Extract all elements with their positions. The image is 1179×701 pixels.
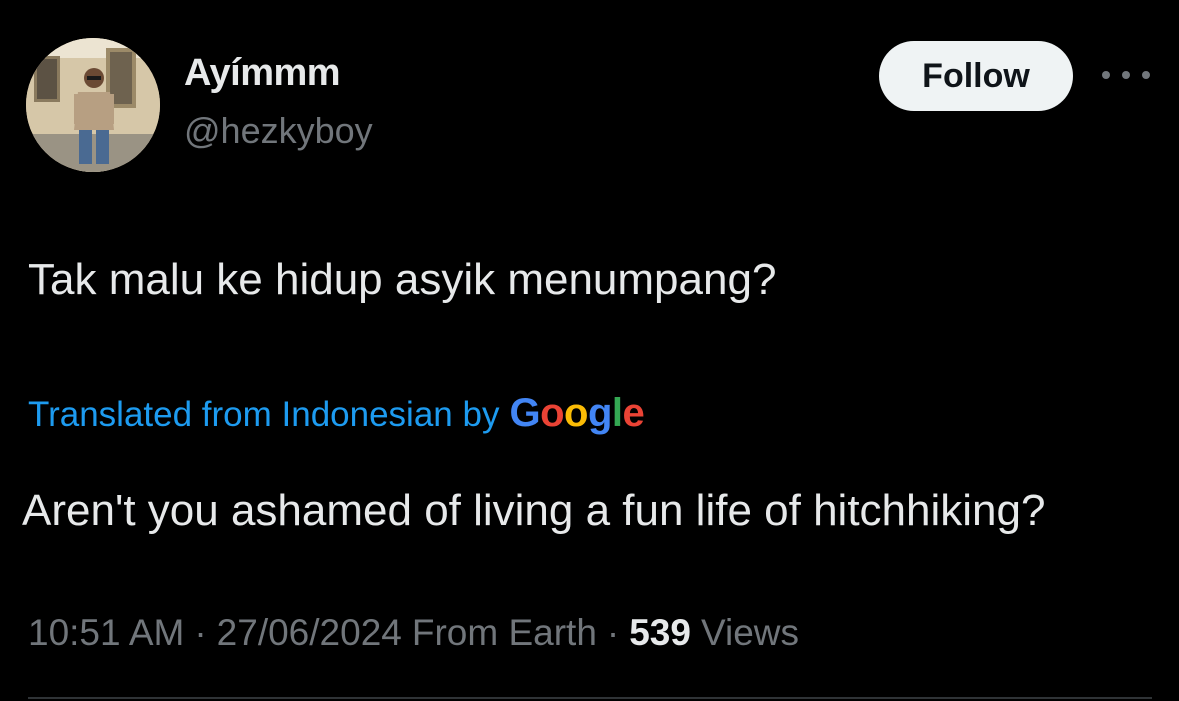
- views-label: Views: [700, 612, 799, 653]
- more-dot: [1142, 71, 1150, 79]
- more-horizontal-icon[interactable]: [1102, 62, 1150, 88]
- display-name[interactable]: Ayímmm: [184, 52, 341, 95]
- tweet-text: Tak malu ke hidup asyik menumpang?: [28, 255, 777, 304]
- tweet-source: From Earth: [411, 612, 597, 653]
- separator: ·: [194, 612, 207, 653]
- tweet: Ayímmm @hezkyboy Follow Tak malu ke hidu…: [0, 0, 1179, 701]
- user-handle[interactable]: @hezkyboy: [184, 110, 373, 152]
- google-logo: Google: [509, 390, 645, 435]
- views-count[interactable]: 539: [629, 612, 691, 654]
- follow-button[interactable]: Follow: [879, 41, 1073, 111]
- separator: ·: [606, 612, 620, 653]
- more-dot: [1122, 71, 1130, 79]
- divider: [28, 697, 1152, 699]
- tweet-date[interactable]: 27/06/2024: [217, 612, 402, 654]
- avatar-image: [26, 38, 160, 172]
- avatar[interactable]: [26, 38, 160, 172]
- tweet-metadata: 10:51 AM · 27/06/2024 From Earth · 539 V…: [28, 612, 799, 654]
- tweet-time[interactable]: 10:51 AM: [28, 612, 184, 654]
- translated-text: Aren't you ashamed of living a fun life …: [22, 486, 1046, 535]
- more-dot: [1102, 71, 1110, 79]
- translation-attribution[interactable]: Translated from Indonesian by Google: [28, 390, 645, 438]
- translated-from-label[interactable]: Translated from Indonesian by: [28, 395, 499, 435]
